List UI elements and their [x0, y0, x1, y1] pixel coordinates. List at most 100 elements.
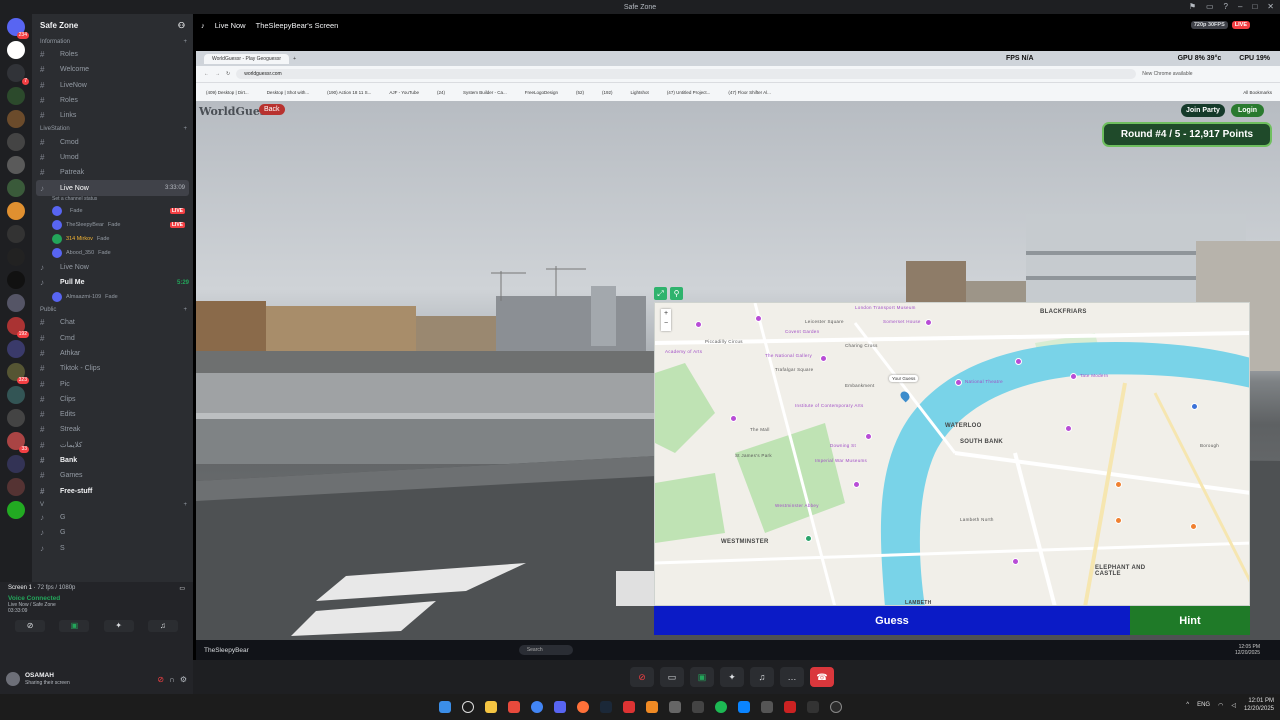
channel-cmd[interactable]: # Cmd: [32, 331, 193, 346]
screen-icon[interactable]: ▭: [179, 585, 185, 592]
guess-button[interactable]: Guess: [654, 606, 1130, 635]
server-icon[interactable]: [7, 133, 25, 151]
map-poi[interactable]: [865, 433, 872, 440]
map-poi[interactable]: [730, 415, 737, 422]
avatar[interactable]: [6, 672, 20, 686]
channel-roles[interactable]: # Roles: [32, 47, 193, 62]
browser-tab[interactable]: WorldGuessr - Play Geoguessr: [204, 53, 290, 64]
maximize-icon[interactable]: □: [1252, 2, 1257, 11]
pin-icon[interactable]: ⚑: [1189, 2, 1196, 11]
server-icon[interactable]: [7, 41, 25, 59]
map-poi[interactable]: [1115, 481, 1122, 488]
steam-icon[interactable]: [599, 701, 612, 713]
bookmark[interactable]: Desktop | Shot with...: [267, 90, 309, 95]
server-icon[interactable]: [7, 501, 25, 519]
server-icon[interactable]: [7, 202, 25, 220]
map-poi[interactable]: [853, 481, 860, 488]
app-icon[interactable]: [507, 701, 520, 713]
server-header[interactable]: Safe Zone ⚇: [32, 14, 193, 36]
app-icon[interactable]: [668, 701, 681, 713]
channel-streak[interactable]: # Streak: [32, 422, 193, 437]
reload-icon[interactable]: ↻: [226, 71, 230, 77]
activities-button[interactable]: ✦: [103, 620, 134, 632]
map-poi[interactable]: [1015, 358, 1022, 365]
all-bookmarks[interactable]: All Bookmarks: [1243, 90, 1272, 95]
new-tab-icon[interactable]: +: [293, 56, 296, 62]
search-icon[interactable]: [461, 701, 474, 713]
server-icon[interactable]: [7, 179, 25, 197]
channel-free-stuff[interactable]: # Free-stuff: [32, 484, 193, 499]
voice-channel-live-now-2[interactable]: ♪ Live Now: [32, 260, 193, 275]
channel-roles-2[interactable]: # Roles: [32, 93, 193, 108]
channel-games[interactable]: # Games: [32, 468, 193, 483]
map-poi[interactable]: [1065, 425, 1072, 432]
screen-share-button[interactable]: ▣: [59, 620, 90, 632]
server-icon[interactable]: [7, 478, 25, 496]
mute-button[interactable]: ⊘: [630, 667, 654, 687]
soundboard-button[interactable]: ♫: [147, 620, 178, 632]
category-livestation[interactable]: LiveStation +: [32, 123, 193, 134]
channel-livenow[interactable]: # LiveNow: [32, 78, 193, 93]
minimize-icon[interactable]: –: [1238, 2, 1242, 11]
map-poi[interactable]: [805, 535, 812, 542]
app-icon[interactable]: [829, 701, 842, 713]
channel-tiktok-clips[interactable]: # Tiktok - Clips: [32, 361, 193, 376]
app-icon[interactable]: [737, 701, 750, 713]
start-icon[interactable]: [438, 701, 451, 713]
login-button[interactable]: Login: [1231, 104, 1265, 117]
guess-map[interactable]: WATERLOO SOUTH BANK WESTMINSTER BLACKFRI…: [654, 302, 1250, 606]
app-icon[interactable]: [783, 701, 796, 713]
mic-icon[interactable]: ⊘: [157, 675, 164, 684]
category-information[interactable]: Information +: [32, 36, 193, 47]
inbox-icon[interactable]: ▭: [1206, 2, 1214, 11]
channel-chat[interactable]: # Chat: [32, 315, 193, 330]
category-voice[interactable]: V +: [32, 499, 193, 510]
channel-athkar[interactable]: # Athkar: [32, 346, 193, 361]
share-screen-button[interactable]: ▣: [690, 667, 714, 687]
bookmark[interactable]: System Builder - Ca...: [463, 90, 507, 95]
server-icon[interactable]: [7, 225, 25, 243]
voice-channel-live-now[interactable]: ♪ Live Now 3:33:09: [36, 180, 189, 196]
map-poi[interactable]: [1191, 403, 1198, 410]
bookmark[interactable]: (192): [602, 90, 613, 95]
server-icon[interactable]: [7, 110, 25, 128]
voice-channel-g[interactable]: ♪ G: [32, 510, 193, 525]
chrome-update-note[interactable]: New Chrome available: [1142, 71, 1192, 77]
hint-button[interactable]: Hint: [1130, 606, 1250, 635]
voice-user[interactable]: TheSleepyBear Fade LIVE: [32, 218, 193, 232]
bookmark[interactable]: (47) Floor Shifter Al...: [728, 90, 771, 95]
server-icon[interactable]: [7, 409, 25, 427]
bookmark[interactable]: (190) Action 18 11 S...: [327, 90, 371, 95]
channel-patreak[interactable]: # Patreak: [32, 165, 193, 180]
server-icon[interactable]: [7, 248, 25, 266]
map-poi[interactable]: [1070, 373, 1077, 380]
channel-status[interactable]: Set a channel status: [32, 196, 193, 204]
stream-channel[interactable]: Live Now: [215, 21, 246, 30]
forward-icon[interactable]: →: [215, 71, 220, 77]
voice-user[interactable]: Fade LIVE: [32, 204, 193, 218]
more-button[interactable]: …: [780, 667, 804, 687]
spotify-icon[interactable]: [714, 701, 727, 713]
map-poi[interactable]: [695, 321, 702, 328]
channel-arabic[interactable]: # كلايمات: [32, 438, 193, 453]
back-button[interactable]: Back: [259, 104, 285, 115]
map-poi[interactable]: [955, 379, 962, 386]
soundboard-button[interactable]: ♫: [750, 667, 774, 687]
back-icon[interactable]: ←: [204, 71, 209, 77]
home-icon[interactable]: 234: [7, 18, 29, 39]
voice-channel-pull-me[interactable]: ♪ Pull Me 5:29: [32, 275, 193, 290]
zoom-controls[interactable]: + −: [661, 309, 671, 331]
bookmark[interactable]: Lightshot: [631, 90, 649, 95]
server-icon[interactable]: 7: [7, 64, 29, 85]
voice-user[interactable]: Abood_350 Fade: [32, 246, 193, 260]
voice-channel-s[interactable]: ♪ S: [32, 540, 193, 555]
bookmark[interactable]: (47) Untitled Project...: [667, 90, 711, 95]
vlc-icon[interactable]: [645, 701, 658, 713]
voice-user[interactable]: Almaazmi-109 Fade: [32, 290, 193, 304]
app-icon[interactable]: [622, 701, 635, 713]
app-icon[interactable]: [760, 701, 773, 713]
channel-umod[interactable]: # Umod: [32, 150, 193, 165]
server-icon[interactable]: [7, 294, 25, 312]
bookmark[interactable]: AJF - YouTube: [389, 90, 419, 95]
headphones-icon[interactable]: ∩: [169, 675, 175, 684]
